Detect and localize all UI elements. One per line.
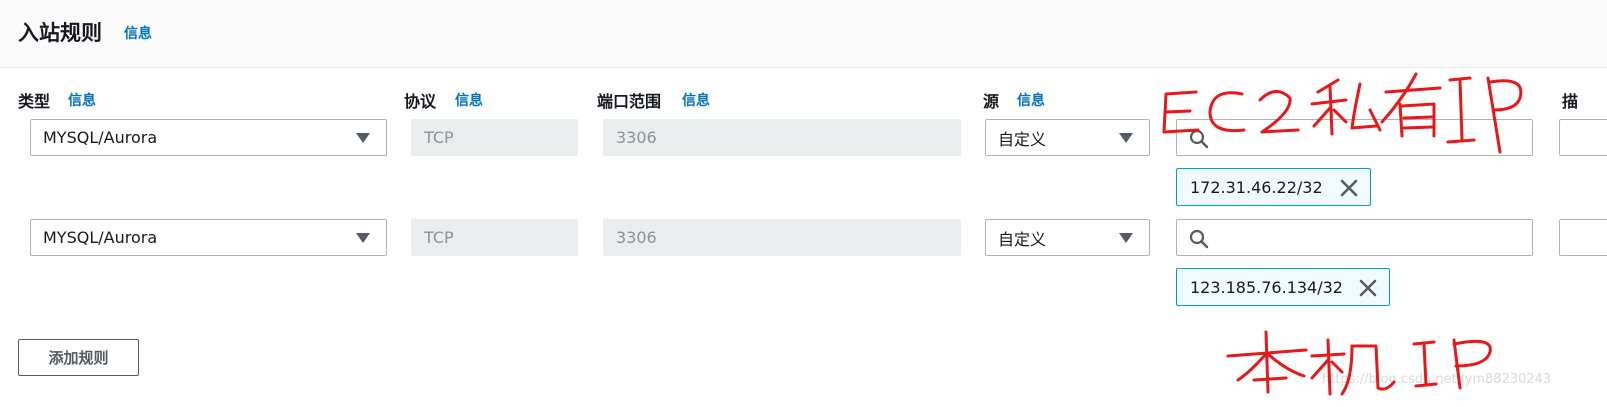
rule-2-description-input[interactable] (1559, 219, 1607, 256)
column-header-description-cut: 描 (1562, 92, 1579, 111)
header-info-link[interactable]: 信息 (124, 23, 152, 43)
watermark: https://blog.csdn.net/lym88230243 (1322, 372, 1552, 387)
rule-2-cidr-value: 123.185.76.134/32 (1190, 277, 1343, 297)
close-icon[interactable] (1340, 179, 1358, 197)
rule-2-cidr-token: 123.185.76.134/32 (1176, 268, 1390, 306)
search-icon (1189, 229, 1209, 249)
search-icon (1189, 129, 1209, 149)
close-icon[interactable] (1359, 279, 1377, 297)
rule-2-port-field: 3306 (603, 219, 961, 256)
rule-2-protocol-field: TCP (411, 219, 578, 256)
rule-1-source-value: 自定义 (998, 129, 1047, 149)
column-header-source: 源 (983, 92, 1000, 111)
rule-2-cidr-search-input[interactable] (1176, 219, 1533, 256)
page-title: 入站规则 (18, 21, 102, 45)
rule-1-source-select[interactable]: 自定义 (985, 119, 1150, 156)
protocol-info-link[interactable]: 信息 (455, 90, 483, 110)
source-info-link[interactable]: 信息 (1017, 90, 1045, 110)
add-rule-button[interactable]: 添加规则 (18, 339, 139, 376)
caret-down-icon (1119, 233, 1133, 243)
panel-header: 入站规则 信息 (0, 0, 1607, 68)
caret-down-icon (356, 133, 370, 143)
caret-down-icon (356, 233, 370, 243)
rule-1-cidr-value: 172.31.46.22/32 (1190, 177, 1323, 197)
rule-1-cidr-token: 172.31.46.22/32 (1176, 168, 1371, 206)
column-header-port-range: 端口范围 (597, 92, 662, 111)
rule-1-cidr-search-input[interactable] (1176, 119, 1533, 156)
rule-2-source-select[interactable]: 自定义 (985, 219, 1150, 256)
rule-1-protocol-field: TCP (411, 119, 578, 156)
column-header-type: 类型 (18, 92, 51, 111)
type-info-link[interactable]: 信息 (68, 90, 96, 110)
rule-1-port-field: 3306 (603, 119, 961, 156)
rule-2-source-value: 自定义 (998, 229, 1047, 249)
rule-1-type-select[interactable]: MYSQL/Aurora (30, 119, 387, 156)
rule-2-type-value: MYSQL/Aurora (43, 228, 158, 247)
port-range-info-link[interactable]: 信息 (682, 90, 710, 110)
column-header-protocol: 协议 (404, 92, 437, 111)
caret-down-icon (1119, 133, 1133, 143)
rule-1-description-input[interactable] (1559, 119, 1607, 156)
rule-2-type-select[interactable]: MYSQL/Aurora (30, 219, 387, 256)
rule-1-type-value: MYSQL/Aurora (43, 128, 158, 147)
